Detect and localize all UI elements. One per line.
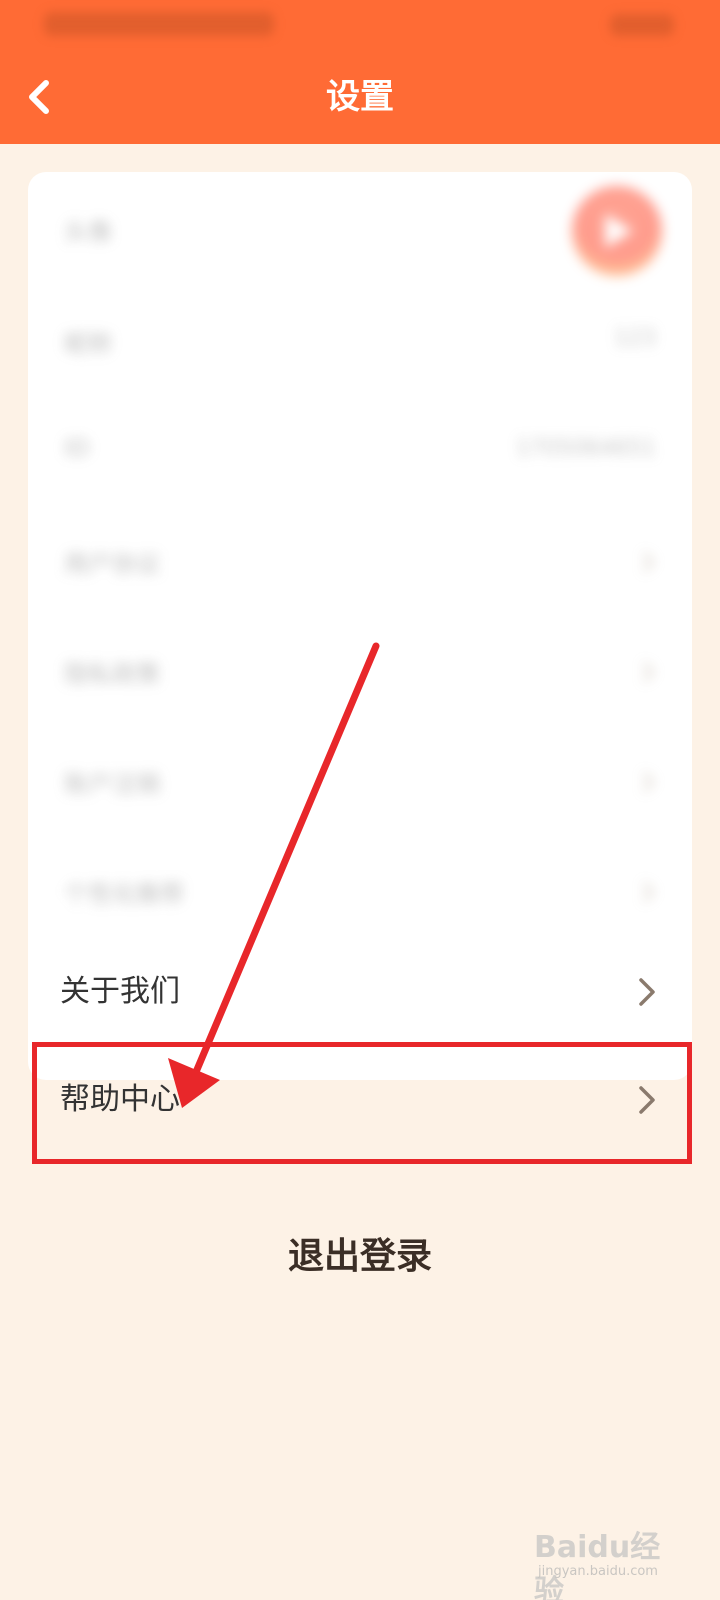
chevron-right-icon [642,772,655,792]
settings-row-label: 账户注销 [64,770,160,798]
settings-row-value: 123 [614,326,656,351]
settings-row-avatar[interactable]: 头像 [28,172,692,284]
chevron-right-icon [639,978,655,1006]
chevron-right-icon [642,552,655,572]
status-bar [0,0,720,50]
settings-row-label: ID [64,434,90,462]
blurred-settings-list: 头像 昵称 123 ID 1705064651 用户协议 隐私政策 账户注销 个… [28,172,692,952]
play-icon [605,214,633,248]
menu-item-about-us[interactable]: 关于我们 [28,938,692,1046]
settings-row-id: ID 1705064651 [28,394,692,506]
settings-row-nickname[interactable]: 昵称 123 [28,284,692,396]
menu-item-label: 关于我们 [60,974,180,1009]
watermark-logo-text: Baidu经验 [534,1530,661,1600]
annotation-highlight-box [32,1042,692,1164]
settings-row-account-deletion[interactable]: 账户注销 [28,724,692,836]
watermark-url: jingyan.baidu.com [538,1564,658,1579]
chevron-right-icon [642,882,655,902]
chevron-right-icon [642,662,655,682]
page-title: 设置 [326,77,394,117]
settings-row-user-agreement[interactable]: 用户协议 [28,504,692,616]
avatar [572,186,662,276]
app-header: 设置 [0,0,720,144]
settings-row-label: 隐私政策 [64,660,160,688]
settings-row-label: 个性化推荐 [64,880,184,908]
status-bar-left-blurred [44,12,274,36]
settings-row-label: 用户协议 [64,550,160,578]
settings-row-privacy-policy[interactable]: 隐私政策 [28,614,692,726]
logout-button[interactable]: 退出登录 [0,1222,720,1292]
baidu-jingyan-watermark: Baidu经验 jingyan.baidu.com [534,1514,674,1600]
settings-row-label: 头像 [64,218,112,246]
status-bar-right-blurred [610,14,674,36]
settings-row-personalized-recommendation[interactable]: 个性化推荐 [28,834,692,946]
settings-row-value: 1705064651 [516,436,656,461]
settings-row-label: 昵称 [64,330,112,358]
